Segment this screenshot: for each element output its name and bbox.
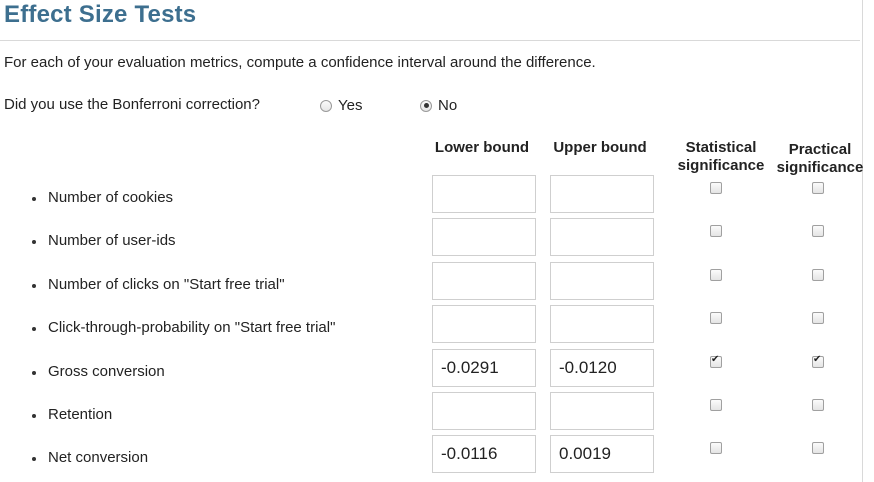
lower-bound-header: Lower bound — [434, 139, 530, 156]
statistical-significance-checkbox[interactable] — [710, 312, 722, 324]
list-bullet — [32, 457, 36, 461]
prac-header-line1: Practical — [788, 141, 852, 158]
metric-label: Number of user-ids — [48, 232, 176, 249]
stat-header-line2: significance — [677, 157, 765, 174]
statistical-significance-checkbox[interactable] — [710, 354, 722, 368]
practical-significance-header: Practical significance — [772, 141, 868, 177]
statistical-significance-checkbox[interactable] — [710, 182, 722, 194]
metric-label: Click-through-probability on "Start free… — [48, 319, 336, 336]
radio-yes-label: Yes — [338, 97, 363, 114]
metric-label: Net conversion — [48, 449, 149, 466]
lower-bound-input[interactable] — [432, 305, 536, 343]
practical-significance-checkbox[interactable] — [812, 442, 824, 454]
intro-text: For each of your evaluation metrics, com… — [4, 54, 596, 71]
statistical-significance-header: Statistical significance — [670, 139, 772, 175]
page-title: Effect Size Tests — [4, 1, 197, 28]
statistical-significance-checkbox[interactable] — [710, 269, 722, 281]
radio-yes[interactable] — [320, 99, 332, 112]
lower-bound-input[interactable] — [432, 392, 536, 430]
title-divider — [0, 40, 860, 41]
practical-significance-checkbox[interactable] — [812, 354, 824, 368]
statistical-significance-checkbox[interactable] — [710, 399, 722, 411]
metric-label: Number of cookies — [48, 189, 174, 206]
list-bullet — [32, 284, 36, 288]
upper-bound-input[interactable] — [550, 262, 654, 300]
upper-bound-input[interactable] — [550, 175, 654, 213]
practical-significance-checkbox[interactable] — [812, 312, 824, 324]
lower-bound-input[interactable] — [432, 218, 536, 256]
upper-bound-input[interactable] — [550, 392, 654, 430]
upper-bound-input[interactable] — [550, 349, 654, 387]
statistical-significance-checkbox[interactable] — [710, 225, 722, 237]
radio-no[interactable] — [420, 99, 432, 112]
metric-label: Number of clicks on "Start free trial" — [48, 276, 285, 293]
list-bullet — [32, 414, 36, 418]
metric-label: Gross conversion — [48, 363, 165, 380]
statistical-significance-checkbox[interactable] — [710, 442, 722, 454]
practical-significance-checkbox[interactable] — [812, 182, 824, 194]
upper-bound-input[interactable] — [550, 435, 654, 473]
upper-bound-input[interactable] — [550, 218, 654, 256]
upper-bound-input[interactable] — [550, 305, 654, 343]
list-bullet — [32, 197, 36, 201]
bonferroni-no-option[interactable]: No — [420, 97, 457, 114]
list-bullet — [32, 371, 36, 375]
bonferroni-question: Did you use the Bonferroni correction? — [4, 96, 260, 113]
practical-significance-checkbox[interactable] — [812, 225, 824, 237]
stat-header-line1: Statistical — [685, 139, 757, 156]
metric-label: Retention — [48, 406, 113, 423]
content-border — [862, 0, 863, 482]
lower-bound-input[interactable] — [432, 435, 536, 473]
lower-bound-input[interactable] — [432, 262, 536, 300]
lower-bound-input[interactable] — [432, 175, 536, 213]
practical-significance-checkbox[interactable] — [812, 269, 824, 281]
upper-bound-header: Upper bound — [553, 139, 647, 156]
lower-bound-input[interactable] — [432, 349, 536, 387]
list-bullet — [32, 240, 36, 244]
list-bullet — [32, 327, 36, 331]
practical-significance-checkbox[interactable] — [812, 399, 824, 411]
prac-header-line2: significance — [776, 159, 864, 176]
bonferroni-yes-option[interactable]: Yes — [320, 97, 362, 114]
radio-no-label: No — [438, 97, 458, 114]
